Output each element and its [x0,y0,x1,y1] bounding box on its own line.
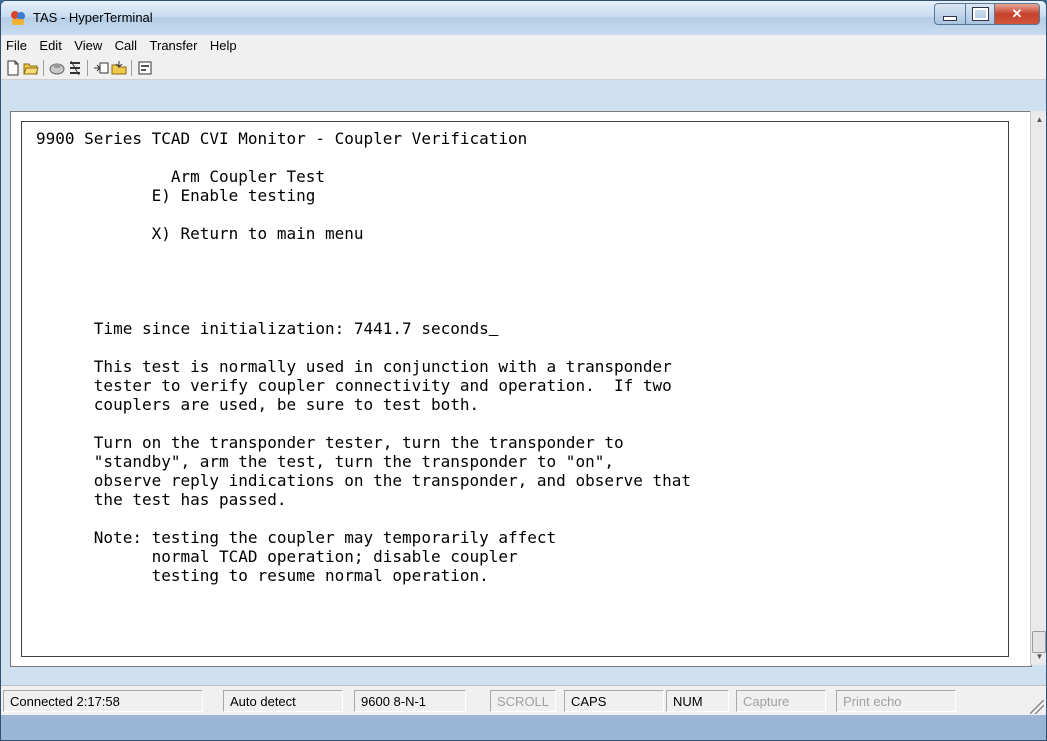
terminal-line: X) Return to main menu [36,224,364,243]
text-cursor [489,319,499,338]
status-caps: CAPS [564,690,664,712]
receive-icon[interactable] [111,60,127,76]
terminal-line: normal TCAD operation; disable coupler [36,547,518,566]
send-icon[interactable] [93,60,109,76]
menu-help[interactable]: Help [205,35,240,53]
scroll-up-arrow-icon[interactable]: ▲ [1031,111,1046,128]
new-icon[interactable] [5,60,21,76]
maximize-icon [971,7,989,21]
terminal-line: Arm Coupler Test [36,167,325,186]
terminal-line: Time since initialization: 7441.7 second… [36,319,691,338]
minimize-button[interactable] [934,3,966,25]
terminal-line: tester to verify coupler connectivity an… [36,376,672,395]
maximize-button[interactable] [965,3,995,25]
open-icon[interactable] [23,60,39,76]
toolbar-separator [131,60,132,76]
resize-grip-icon[interactable] [1030,700,1044,714]
terminal-line: "standby", arm the test, turn the transp… [36,452,614,471]
terminal-line: Turn on the transponder tester, turn the… [36,433,624,452]
title-bar[interactable]: TAS - HyperTerminal ✕ [1,1,1046,35]
terminal-line: observe reply indications on the transpo… [36,471,692,490]
toolbar-separator [43,60,44,76]
terminal-line: couplers are used, be sure to test both. [36,395,480,414]
close-icon: ✕ [1011,6,1023,21]
vertical-scrollbar[interactable]: ▲ ▼ [1030,111,1046,665]
status-scroll: SCROLL [490,690,556,712]
disconnect-icon[interactable] [67,60,83,76]
terminal-line: 9900 Series TCAD CVI Monitor - Coupler V… [36,129,528,148]
status-capture: Capture [736,690,826,712]
window-title: TAS - HyperTerminal [33,10,153,25]
terminal-line: testing to resume normal operation. [36,566,489,585]
status-settings: 9600 8-N-1 [354,690,466,712]
terminal-line: E) Enable testing [36,186,316,205]
status-print-echo: Print echo [836,690,956,712]
menu-file[interactable]: File [1,35,30,53]
menu-view[interactable]: View [69,35,105,53]
menu-edit[interactable]: Edit [34,35,64,53]
close-button[interactable]: ✕ [994,3,1040,25]
status-num: NUM [666,690,729,712]
menu-transfer[interactable]: Transfer [145,35,201,53]
menu-bar: File Edit View Call Transfer Help [1,35,1046,57]
hyperterminal-window: TAS - HyperTerminal ✕ File Edit View Cal… [0,0,1047,741]
status-bar: Connected 2:17:58 Auto detect 9600 8-N-1… [1,685,1046,716]
terminal-line: the test has passed. [36,490,287,509]
status-connected: Connected 2:17:58 [3,690,203,712]
terminal-screen[interactable]: 9900 Series TCAD CVI Monitor - Coupler V… [36,129,691,585]
toolbar [1,57,1046,80]
toolbar-separator [87,60,88,76]
scroll-down-arrow-icon[interactable]: ▼ [1031,648,1046,665]
properties-icon[interactable] [137,60,153,76]
hyperterminal-app-icon [11,11,25,25]
status-detect: Auto detect [223,690,343,712]
connect-icon[interactable] [49,60,65,76]
window-bottom-border [1,715,1046,740]
terminal-line: Note: testing the coupler may temporaril… [36,528,557,547]
terminal-line: This test is normally used in conjunctio… [36,357,672,376]
menu-call[interactable]: Call [110,35,140,53]
minimize-icon [943,15,957,21]
